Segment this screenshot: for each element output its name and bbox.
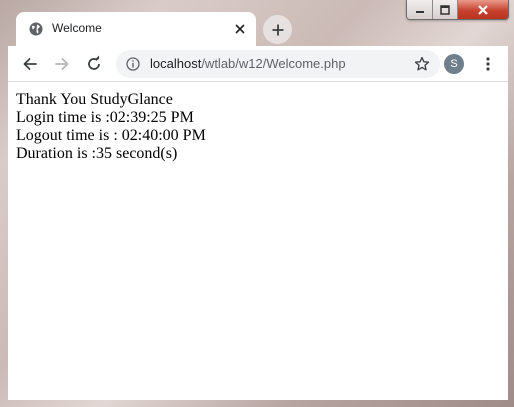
logout-time-text: Logout time is : 02:40:00 PM <box>16 127 206 144</box>
url-path: /wtlab/w12/Welcome.php <box>201 56 346 71</box>
window-controls <box>406 0 509 20</box>
maximize-icon <box>440 4 450 15</box>
minimize-button[interactable] <box>407 0 433 19</box>
close-icon <box>478 4 488 15</box>
bookmark-star-icon[interactable] <box>414 56 430 72</box>
reload-icon[interactable] <box>85 55 103 73</box>
info-icon[interactable] <box>126 57 140 71</box>
globe-icon <box>29 22 43 36</box>
plus-icon <box>272 24 283 35</box>
tab-title: Welcome <box>52 21 102 35</box>
minimize-icon <box>415 10 424 13</box>
new-tab-button[interactable] <box>263 15 292 44</box>
close-window-button[interactable] <box>458 0 508 19</box>
login-time-text: Login time is :02:39:25 PM <box>16 109 194 126</box>
tab-close-icon[interactable] <box>234 23 246 35</box>
address-bar[interactable]: localhost/wtlab/w12/Welcome.php <box>116 50 440 78</box>
thank-you-text: Thank You StudyGlance <box>16 91 173 108</box>
profile-avatar[interactable]: S <box>444 54 464 74</box>
maximize-button[interactable] <box>433 0 458 19</box>
forward-arrow-icon[interactable] <box>53 55 71 73</box>
browser-toolbar: localhost/wtlab/w12/Welcome.php S <box>8 46 508 82</box>
duration-text: Duration is :35 second(s) <box>16 145 178 162</box>
url-host: localhost <box>150 56 202 71</box>
page-content: Thank You StudyGlance Login time is :02:… <box>8 82 508 400</box>
url-text[interactable]: localhost/wtlab/w12/Welcome.php <box>150 56 346 71</box>
tab-welcome[interactable]: Welcome <box>16 12 256 46</box>
back-arrow-icon[interactable] <box>21 55 39 73</box>
kebab-menu-icon[interactable] <box>480 56 496 72</box>
